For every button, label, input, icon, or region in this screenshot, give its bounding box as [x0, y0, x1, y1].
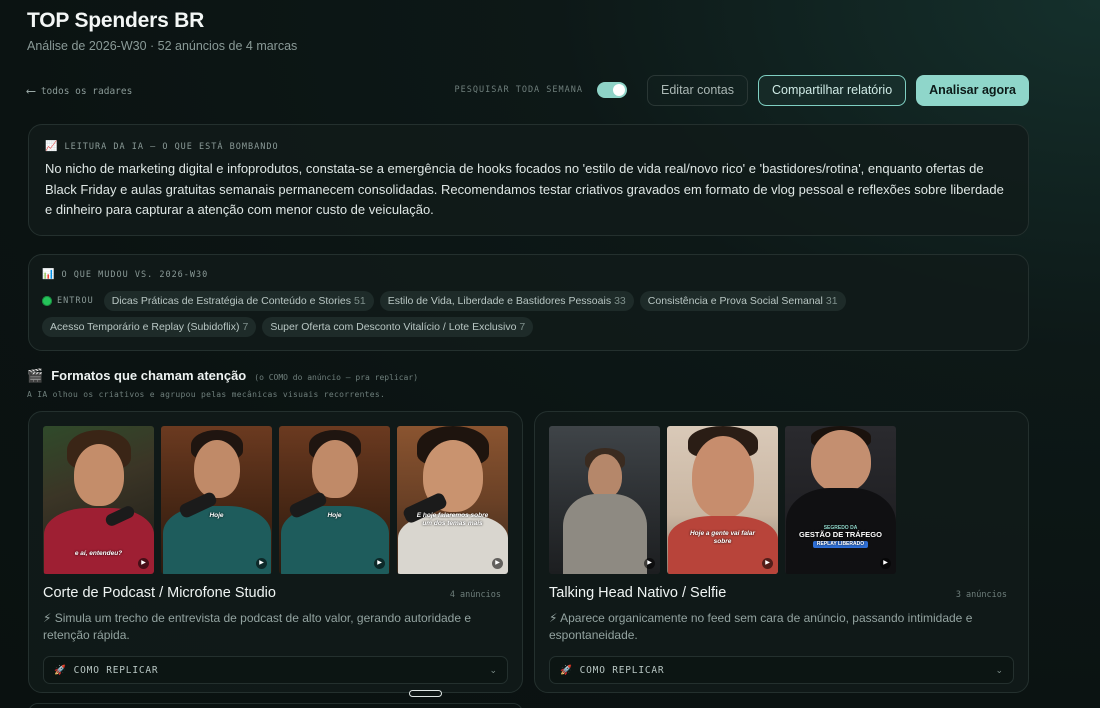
entered-label: ENTROU: [57, 296, 94, 306]
entered-tag: ENTROU: [42, 296, 94, 306]
edit-accounts-button[interactable]: Editar contas: [647, 74, 748, 106]
page: TOP Spenders BR Análise de 2026-W30 · 52…: [0, 0, 1100, 708]
replicate-label-wrap: 🚀 COMO REPLICAR: [54, 665, 158, 676]
toolbar: PESQUISAR TODA SEMANA Editar contas Comp…: [455, 74, 1029, 106]
creative-thumbnail[interactable]: SEGREDO DA GESTÃO DE TRÁFEGO REPLAY LIBE…: [785, 426, 896, 574]
chip-label: Dicas Práticas de Estratégia de Conteúdo…: [111, 295, 352, 307]
play-icon: ▶: [492, 558, 503, 569]
clapper-icon: 🎬: [27, 368, 44, 383]
creative-thumbnail[interactable]: Hoje ▶: [279, 426, 390, 574]
format-row: Talking Head Nativo / Selfie 3 anúncios: [549, 585, 1014, 601]
play-icon: ▶: [138, 558, 149, 569]
changes-header: 📊 O QUE MUDOU VS. 2026-W30: [42, 269, 1015, 280]
face: [193, 440, 240, 498]
topic-chip[interactable]: Dicas Práticas de Estratégia de Conteúdo…: [103, 291, 374, 311]
ai-reading-header: 📈 LEITURA DA IA — O QUE ESTÁ BOMBANDO: [45, 141, 1012, 152]
play-icon: ▶: [880, 558, 891, 569]
creative-thumbnail[interactable]: Hoje a gente vai falar sobre ▶: [667, 426, 778, 574]
chip-label: Estilo de Vida, Liberdade e Bastidores P…: [387, 295, 612, 307]
next-format-card: [28, 703, 523, 708]
format-row: Corte de Podcast / Microfone Studio 4 an…: [43, 585, 508, 601]
play-icon: ▶: [762, 558, 773, 569]
creative-thumbnails: ▶ Hoje a gente vai falar sobre ▶ SEGREDO…: [549, 426, 1014, 574]
bar-chart-icon: 📊: [42, 269, 56, 280]
play-icon: ▶: [374, 558, 385, 569]
face: [73, 444, 124, 506]
replicate-label-wrap: 🚀 COMO REPLICAR: [560, 665, 664, 676]
ai-reading-text: No nicho de marketing digital e infoprod…: [45, 161, 1004, 217]
chip-count: 31: [825, 295, 838, 307]
green-dot-icon: [42, 296, 52, 306]
play-icon: ▶: [644, 558, 655, 569]
body: [562, 494, 647, 574]
weekly-search-toggle[interactable]: [597, 82, 627, 98]
format-name: Talking Head Nativo / Selfie: [549, 585, 727, 601]
changes-card: 📊 O QUE MUDOU VS. 2026-W30 ENTROU Dicas …: [28, 254, 1029, 351]
format-card-podcast: e aí, entendeu? ▶ Hoje ▶ Hoje ▶ E hoje f…: [28, 411, 523, 693]
ai-reading-label: LEITURA DA IA — O QUE ESTÁ BOMBANDO: [64, 141, 279, 152]
entered-chips: ENTROU Dicas Práticas de Estratégia de C…: [42, 291, 1015, 337]
chip-count: 7: [242, 321, 249, 333]
caption: e aí, entendeu?: [74, 550, 123, 557]
chevron-down-icon: ⌄: [995, 664, 1003, 675]
replicate-label: COMO REPLICAR: [73, 664, 159, 676]
rocket-icon: 🚀: [560, 664, 573, 676]
back-to-radars-link[interactable]: ⟵ todos os radares: [27, 84, 132, 99]
formats-hint: (o COMO do anúncio — pra replicar): [254, 373, 419, 382]
back-link-label: todos os radares: [40, 86, 133, 97]
chip-count: 51: [354, 295, 366, 307]
caption: Hoje a gente vai falar sobre: [689, 530, 756, 545]
format-description: ⚡ Simula um trecho de entrevista de podc…: [43, 611, 472, 642]
creative-thumbnail[interactable]: E hoje falaremos sobre um dos temas mais…: [397, 426, 508, 574]
chip-count: 7: [519, 321, 526, 333]
topic-chip[interactable]: Acesso Temporário e Replay (Subidoflix) 7: [42, 317, 257, 337]
chip-label: Super Oferta com Desconto Vitalício / Lo…: [270, 321, 517, 333]
page-subtitle: Análise de 2026-W30 · 52 anúncios de 4 m…: [27, 39, 298, 53]
chevron-down-icon: ⌄: [489, 664, 497, 675]
formats-subtitle: A IA olhou os criativos e agrupou pelas …: [27, 390, 386, 399]
how-to-replicate-toggle[interactable]: 🚀 COMO REPLICAR ⌄: [43, 656, 508, 684]
creative-thumbnail[interactable]: Hoje ▶: [161, 426, 272, 574]
caption: E hoje falaremos sobre um dos temas mais: [416, 512, 489, 527]
weekly-search-label: PESQUISAR TODA SEMANA: [454, 85, 583, 95]
face: [311, 440, 358, 498]
format-ad-count: 4 anúncios: [449, 590, 501, 600]
how-to-replicate-toggle[interactable]: 🚀 COMO REPLICAR ⌄: [549, 656, 1014, 684]
topic-chip[interactable]: Estilo de Vida, Liberdade e Bastidores P…: [379, 291, 634, 311]
formats-heading: 🎬 Formatos que chamam atenção (o COMO do…: [27, 368, 418, 384]
body: [43, 508, 154, 574]
caption: Hoje: [327, 512, 342, 519]
changes-label: O QUE MUDOU VS. 2026-W30: [61, 269, 209, 280]
format-ad-count: 3 anúncios: [955, 590, 1007, 600]
chip-label: Acesso Temporário e Replay (Subidoflix): [50, 321, 240, 333]
analyze-now-button[interactable]: Analisar agora: [916, 74, 1029, 106]
caption: Hoje: [209, 512, 224, 519]
share-report-button[interactable]: Compartilhar relatório: [757, 74, 907, 106]
rocket-icon: 🚀: [54, 664, 67, 676]
creative-thumbnail[interactable]: e aí, entendeu? ▶: [43, 426, 154, 574]
page-title: TOP Spenders BR: [27, 9, 205, 32]
format-card-talking-head: ▶ Hoje a gente vai falar sobre ▶ SEGREDO…: [534, 411, 1029, 693]
chip-label: Consistência e Prova Social Semanal: [647, 295, 823, 307]
scroll-indicator[interactable]: [409, 690, 442, 697]
replay-badge: REPLAY LIBERADO: [813, 541, 868, 548]
format-description: ⚡ Aparece organicamente no feed sem cara…: [549, 611, 973, 642]
replicate-label: COMO REPLICAR: [579, 664, 665, 676]
arrow-left-icon: ⟵: [27, 84, 35, 99]
chip-count: 33: [614, 295, 626, 307]
creative-thumbnail[interactable]: ▶: [549, 426, 660, 574]
chart-up-icon: 📈: [45, 141, 59, 152]
formats-title: Formatos que chamam atenção: [51, 368, 247, 383]
ai-reading-card: 📈 LEITURA DA IA — O QUE ESTÁ BOMBANDO No…: [28, 124, 1029, 236]
play-icon: ▶: [256, 558, 267, 569]
face: [810, 430, 871, 492]
toggle-knob: [613, 84, 625, 96]
caption: GESTÃO DE TRÁFEGO: [799, 530, 882, 539]
creative-thumbnails: e aí, entendeu? ▶ Hoje ▶ Hoje ▶ E hoje f…: [43, 426, 508, 574]
face: [691, 436, 754, 518]
format-name: Corte de Podcast / Microfone Studio: [43, 585, 276, 601]
topic-chip[interactable]: Super Oferta com Desconto Vitalício / Lo…: [262, 317, 534, 337]
face: [587, 454, 622, 498]
topic-chip[interactable]: Consistência e Prova Social Semanal 31: [639, 291, 846, 311]
